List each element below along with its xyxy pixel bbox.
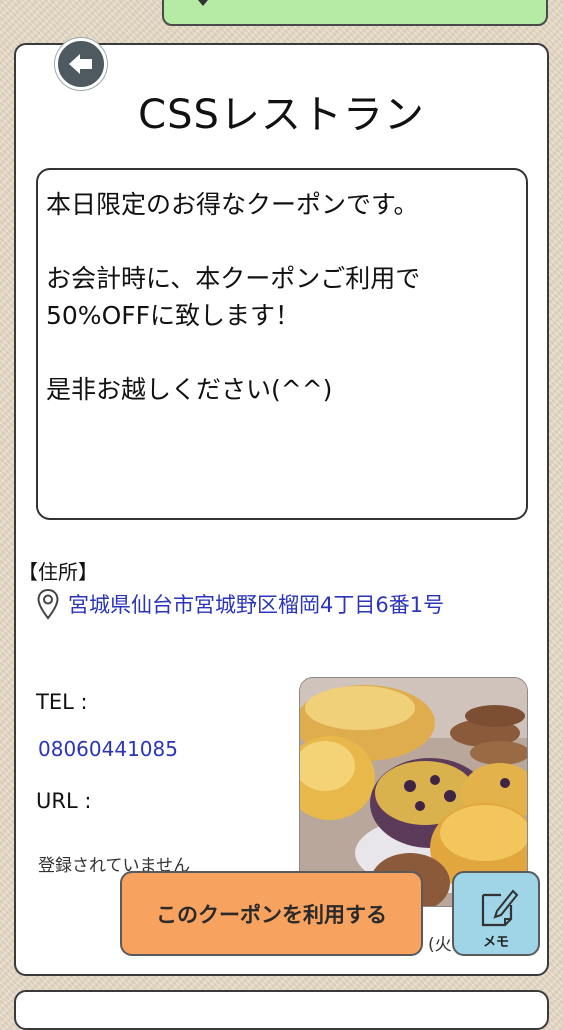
tel-link[interactable]: 08060441085: [38, 737, 178, 761]
map-pin-icon: [36, 588, 60, 620]
message-line: [46, 223, 518, 260]
memo-button[interactable]: メモ: [452, 871, 540, 956]
top-tab[interactable]: [162, 0, 548, 26]
address-label: 【住所】: [18, 560, 98, 584]
memo-button-label: メモ: [482, 935, 509, 950]
page-title: CSSレストラン: [138, 92, 425, 138]
use-coupon-button[interactable]: このクーポンを利用する: [120, 871, 423, 956]
message-line: 本日限定のお得なクーポンです。: [46, 190, 419, 219]
message-line: [46, 334, 518, 371]
message-line: 50%OFFに致します！: [46, 301, 301, 330]
message-line: お会計時に、本クーポンご利用で: [46, 264, 421, 293]
message-line: 是非お越しください(^^): [46, 375, 333, 404]
back-button[interactable]: [55, 38, 107, 90]
edit-note-icon: [479, 887, 519, 929]
address-row[interactable]: 宮城県仙台市宮城野区榴岡4丁目6番1号: [36, 588, 444, 620]
hours-text: (火: [428, 935, 452, 955]
next-card: [14, 990, 549, 1030]
coupon-message-box: 本日限定のお得なクーポンです。 お会計時に、本クーポンご利用で 50%OFFに致…: [36, 168, 528, 520]
back-arrow-icon: [69, 54, 92, 74]
address-link[interactable]: 宮城県仙台市宮城野区榴岡4丁目6番1号: [68, 589, 444, 619]
url-label: URL :: [36, 789, 92, 813]
caret-down-icon: [198, 0, 208, 6]
tel-label: TEL :: [36, 690, 88, 714]
